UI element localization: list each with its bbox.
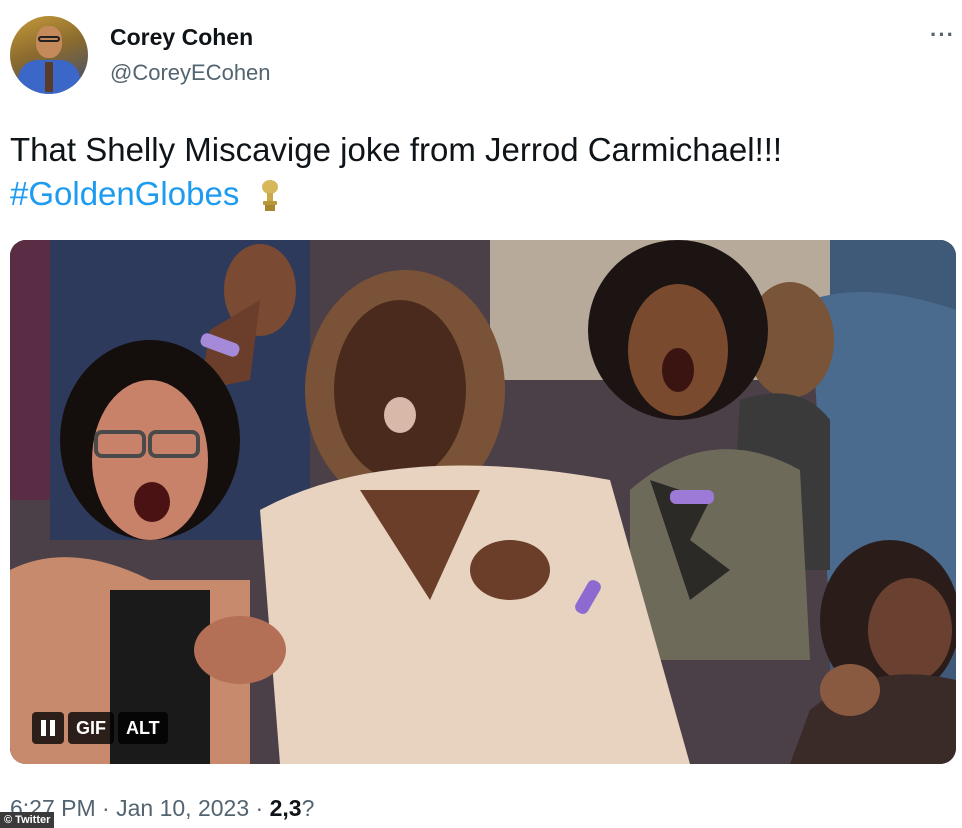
views-partial-text: ? [301, 795, 315, 821]
media-controls: GIF ALT [32, 712, 168, 744]
views-count[interactable]: 2,3 [270, 795, 302, 821]
alt-text-button[interactable]: ALT [118, 712, 168, 744]
tweet-text-line: That Shelly Miscavige joke from Jerrod C… [10, 131, 783, 168]
meta-separator: · [102, 795, 110, 821]
avatar-face [36, 26, 62, 58]
tweet-date[interactable]: Jan 10, 2023 [116, 795, 249, 821]
twitter-watermark: © Twitter [0, 812, 55, 828]
tweet-text: That Shelly Miscavige joke from Jerrod C… [10, 128, 782, 216]
avatar-glasses [38, 36, 60, 42]
hashtag-link[interactable]: #GoldenGlobes [10, 175, 239, 212]
gif-media[interactable]: GIF ALT [10, 240, 956, 764]
author-name[interactable]: Corey Cohen [110, 24, 253, 51]
more-options-icon[interactable]: ··· [930, 22, 955, 48]
author-handle[interactable]: @CoreyECohen [110, 60, 271, 86]
meta-separator: · [255, 795, 264, 821]
pause-button[interactable] [32, 712, 64, 744]
avatar-tie [45, 62, 53, 92]
gif-frame-illustration [10, 240, 956, 764]
trophy-icon [261, 180, 278, 212]
tweet-meta: 6:27 PM · Jan 10, 2023 · 2,3? [10, 795, 314, 822]
gif-badge: GIF [68, 712, 114, 744]
author-avatar[interactable] [10, 16, 88, 94]
